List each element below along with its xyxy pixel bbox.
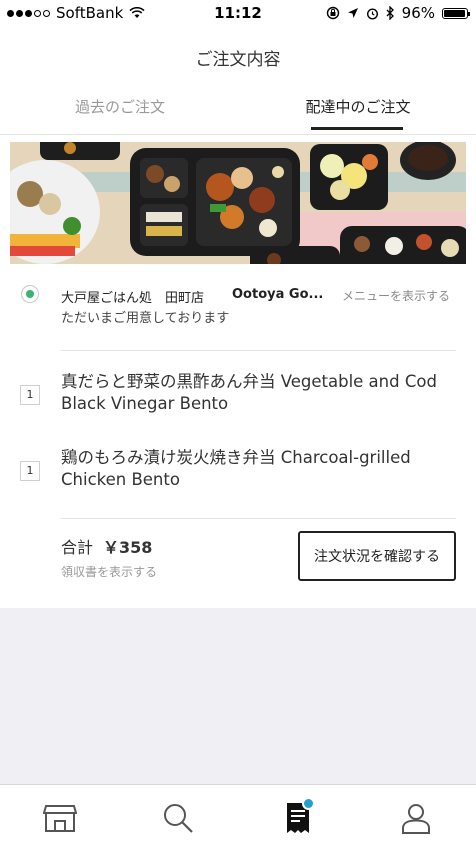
search-icon[interactable] [160,800,196,836]
rotation-lock-icon [326,6,339,20]
divider [61,350,456,351]
active-tab-indicator [311,127,403,130]
check-order-status-button[interactable]: 注文状況を確認する [298,531,456,581]
status-bar: SoftBank 11:12 96% [0,0,476,26]
store-info: 大戸屋ごはん処 田町店 Ootoya Go... メニューを表示する ただいまご… [0,283,476,343]
store-banner-image [10,142,466,264]
order-status-text: ただいまご用意しております [61,311,230,326]
item-name: 真だらと野菜の黒酢あん弁当 Vegetable and Cod Black Vi… [61,372,437,413]
divider [61,518,456,519]
tab-active-orders[interactable]: 配達中のご注文 [283,96,433,117]
receipt-icon[interactable] [280,797,316,836]
page-header: ご注文内容 過去のご注文 配達中のご注文 [0,26,476,135]
battery-icon [442,7,470,19]
order-tabs: 過去のご注文 配達中のご注文 [0,96,476,134]
store-brand-name: Ootoya Go... [232,287,324,302]
alarm-icon [366,7,378,20]
item-quantity: 1 [20,385,40,405]
bottom-nav [0,784,476,848]
notification-badge [302,797,315,810]
view-menu-link[interactable]: メニューを表示する [342,287,450,304]
store-icon[interactable] [42,800,78,836]
account-icon[interactable] [398,800,434,836]
store-name: 大戸屋ごはん処 田町店 [61,291,205,306]
order-card: 大戸屋ごはん処 田町店 Ootoya Go... メニューを表示する ただいまご… [0,135,476,608]
item-quantity: 1 [20,461,40,481]
order-total: 合計 ￥358 [61,534,152,558]
bluetooth-icon [386,6,394,20]
total-amount: ￥358 [103,538,153,557]
status-icons: 96% [326,4,470,22]
item-name: 鶏のもろみ漬け炭火焼き弁当 Charcoal-grilled Chicken B… [61,448,411,489]
location-icon [347,8,358,18]
battery-percent: 96% [401,4,435,22]
total-label: 合計 [61,538,94,557]
view-receipt-link[interactable]: 領収書を表示する [61,563,157,580]
page-title: ご注文内容 [195,50,281,70]
order-status-indicator-icon [21,285,39,303]
tab-past-orders[interactable]: 過去のご注文 [40,96,200,117]
